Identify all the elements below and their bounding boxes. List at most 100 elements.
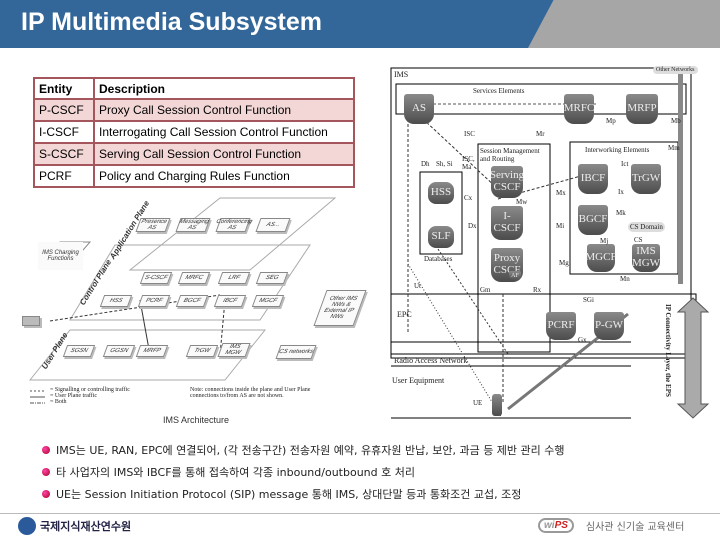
interworking-label: Interworking Elements	[585, 146, 650, 154]
node-messaging-as: Messaging AS	[175, 218, 211, 232]
node-mgcf: MGCF	[585, 244, 617, 272]
node-as-more: AS...	[255, 218, 291, 232]
table-row: P-CSCF Proxy Call Session Control Functio…	[33, 98, 355, 122]
cell: Serving Call Session Control Function	[93, 142, 355, 166]
epc-label: EPC	[397, 310, 412, 319]
table-header: Entity Description	[33, 77, 355, 100]
node: IBCF	[213, 295, 247, 307]
if-mx: Mx	[556, 189, 566, 197]
node-mrfp: MRFP	[626, 94, 658, 124]
node-p-gw: P-GW	[594, 312, 624, 340]
node-as: AS	[404, 94, 434, 124]
wips-logo-ps: PS	[554, 520, 568, 531]
if-isc-ma: ISC, Ma	[462, 155, 475, 171]
node-bgcf: BGCF	[578, 205, 608, 235]
node: HSS	[99, 295, 133, 307]
if-isc: ISC	[464, 130, 475, 138]
legend-both: = Both	[50, 399, 67, 405]
ims-architecture-diagram: IMS Other Networks Services Elements Ses…	[388, 64, 720, 420]
cell: Proxy Call Session Control Function	[93, 98, 355, 122]
node: LRF	[217, 272, 251, 284]
node-hss: HSS	[428, 182, 454, 204]
cell: I-CSCF	[33, 120, 95, 144]
bullet-text: UE는 Session Initiation Protocol (SIP) me…	[56, 488, 522, 501]
node-trgw: TrGW	[631, 164, 661, 194]
ims-planes-diagram: Application Plane Control Plane User Pla…	[20, 190, 380, 412]
if-gx: Gx	[578, 336, 587, 344]
services-label: Services Elements	[473, 87, 525, 95]
bullet-text: IMS는 UE, RAN, EPC에 연결되어, (각 전송구간) 전송자원 예…	[56, 444, 565, 457]
footer-left-logo: 국제지식재산연수원	[18, 517, 131, 535]
bullet-item: IMS는 UE, RAN, EPC에 연결되어, (각 전송구간) 전송자원 예…	[42, 439, 565, 461]
node-serving-cscf: Serving CSCF	[490, 166, 524, 198]
other-networks: Other Networks	[653, 66, 698, 74]
center-name: 심사관 신기술 교육센터	[585, 522, 685, 533]
node: MRFP	[135, 345, 169, 357]
col-description: Description	[93, 77, 355, 100]
if-ix: Ix	[618, 188, 624, 196]
title-accent	[528, 0, 720, 48]
ue-phone-icon	[492, 394, 502, 416]
cs-domain: CS Domain	[628, 222, 665, 232]
if-mr: Mr	[536, 130, 545, 138]
node: SEG	[255, 272, 289, 284]
if-dh: Dh	[421, 160, 430, 168]
if-mg: Mg	[559, 259, 569, 267]
table-row: PCRF Policy and Charging Rules Function	[33, 164, 355, 188]
node-presence-as: Presence AS	[135, 218, 171, 232]
bullet-icon	[42, 468, 50, 476]
entity-table: Entity Description P-CSCF Proxy Call Sessi…	[33, 77, 355, 188]
if-ict: Ict	[621, 160, 629, 168]
ran-label: Radio Access Network	[394, 356, 468, 365]
session-label: Session Management and Routing	[480, 147, 540, 163]
bullet-text: 타 사업자의 IMS와 IBCF를 통해 접속하여 각종 inbound/out…	[56, 466, 415, 479]
node-slf: SLF	[428, 226, 454, 248]
node-i-cscf: I-CSCF	[491, 206, 523, 240]
bullet-list: IMS는 UE, RAN, EPC에 연결되어, (각 전송구간) 전송자원 예…	[42, 439, 565, 505]
node: MRFC	[177, 272, 211, 284]
if-mj: Mj	[600, 237, 609, 245]
bullet-item: 타 사업자의 IMS와 IBCF를 통해 접속하여 각종 inbound/out…	[42, 461, 565, 483]
node: TrGW	[185, 345, 219, 357]
node: MGCF	[251, 295, 285, 307]
cell: PCRF	[33, 164, 95, 188]
institute-logo-icon	[18, 517, 36, 535]
cell: P-CSCF	[33, 98, 95, 122]
bullet-icon	[42, 446, 50, 454]
node: BGCF	[175, 295, 209, 307]
bullet-item: UE는 Session Initiation Protocol (SIP) me…	[42, 483, 565, 505]
node: PCRF	[137, 295, 171, 307]
if-mn: Mn	[620, 275, 630, 283]
if-sh-si: Sh, Si	[436, 160, 453, 168]
if-ut: Ut	[414, 282, 421, 290]
diagram-note: Note: connections inside the plane and U…	[190, 387, 311, 399]
node-mrfc: MRFC	[564, 94, 594, 124]
bullet-icon	[42, 490, 50, 498]
ims-label: IMS	[394, 70, 409, 79]
if-mp: Mp	[606, 117, 616, 125]
if-mw: Mw	[516, 198, 528, 206]
cell: Policy and Charging Rules Function	[93, 164, 355, 188]
if-mk: Mk	[616, 209, 626, 217]
node: CS networks	[275, 345, 317, 359]
if-gm: Gm	[480, 286, 491, 294]
node-pcrf: PCRF	[546, 312, 576, 340]
table-row: S-CSCF Serving Call Session Control Funct…	[33, 142, 355, 166]
databases-label: Databases	[424, 255, 453, 263]
if-cx: Cx	[464, 194, 473, 202]
footer-right-logo: wiPS 심사관 신기술 교육센터	[538, 518, 684, 533]
charging-functions: IMS Charging Functions	[38, 242, 83, 270]
if-sgi: SGi	[583, 296, 594, 304]
node: SGSN	[62, 345, 96, 357]
title-bar: IP Multimedia Subsystem	[0, 0, 720, 48]
figure-caption: IMS Architecture	[163, 415, 230, 425]
node: S-CSCF	[139, 272, 173, 284]
wips-logo: wiPS	[538, 518, 574, 533]
table-row: I-CSCF Interrogating Call Session Control…	[33, 120, 355, 144]
if-mm: Mm	[668, 144, 680, 152]
institute-name: 국제지식재산연수원	[40, 520, 132, 533]
node-ims-mgw: IMS MGW	[632, 244, 660, 272]
if-dx: Dx	[468, 222, 477, 230]
col-entity: Entity	[33, 77, 95, 100]
ue-layer-label: User Equipment	[392, 376, 445, 385]
